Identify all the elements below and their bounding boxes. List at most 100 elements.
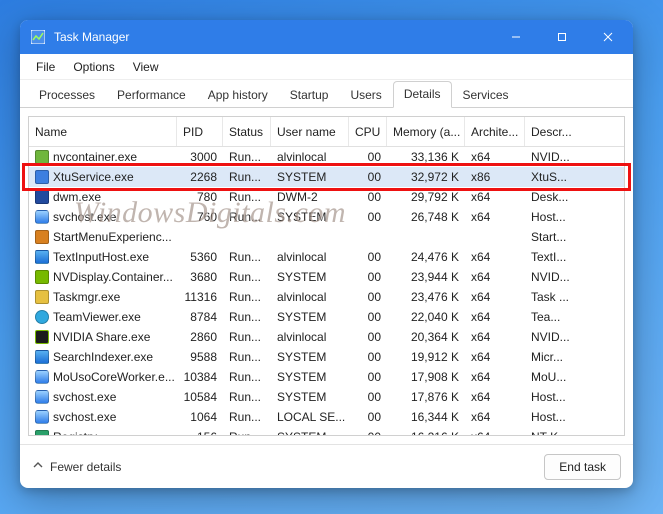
process-icon — [35, 170, 49, 184]
cell-name-text: TextInputHost.exe — [53, 250, 149, 264]
fewer-details-toggle[interactable]: Fewer details — [32, 459, 121, 474]
cell-pid: 3000 — [177, 150, 223, 164]
tab-startup[interactable]: Startup — [279, 82, 340, 108]
tab-performance[interactable]: Performance — [106, 82, 197, 108]
cell-pid: 8784 — [177, 310, 223, 324]
cell-mem: 29,792 K — [387, 190, 465, 204]
column-header[interactable]: Status — [223, 117, 271, 146]
cell-desc: NT K... — [525, 430, 579, 436]
column-header[interactable]: Descr... — [525, 117, 579, 146]
cell-cpu: 00 — [349, 390, 387, 404]
cell-pid: 760 — [177, 210, 223, 224]
cell-user: alvinlocal — [271, 150, 349, 164]
cell-status: Run... — [223, 330, 271, 344]
cell-name: XtuService.exe — [29, 170, 177, 184]
cell-arch: x64 — [465, 350, 525, 364]
table-row[interactable]: StartMenuExperienc...Start... — [29, 227, 624, 247]
column-header[interactable]: Memory (a... — [387, 117, 465, 146]
process-icon — [35, 270, 49, 284]
table-row[interactable]: MoUsoCoreWorker.e...10384Run...SYSTEM001… — [29, 367, 624, 387]
cell-name-text: nvcontainer.exe — [53, 150, 137, 164]
table-row[interactable]: TextInputHost.exe5360Run...alvinlocal002… — [29, 247, 624, 267]
table-row[interactable]: svchost.exe760Run...SYSTEM0026,748 Kx64H… — [29, 207, 624, 227]
cell-name: nvcontainer.exe — [29, 150, 177, 164]
cell-name: TextInputHost.exe — [29, 250, 177, 264]
cell-cpu: 00 — [349, 350, 387, 364]
titlebar[interactable]: Task Manager — [20, 20, 633, 54]
column-header[interactable]: Archite... — [465, 117, 525, 146]
cell-desc: Tea... — [525, 310, 579, 324]
cell-cpu: 00 — [349, 430, 387, 436]
tabstrip: ProcessesPerformanceApp historyStartupUs… — [20, 80, 633, 108]
process-icon — [35, 430, 49, 436]
process-icon — [35, 350, 49, 364]
cell-mem: 16,216 K — [387, 430, 465, 436]
cell-status: Run... — [223, 410, 271, 424]
menu-options[interactable]: Options — [65, 58, 122, 76]
cell-status: Run... — [223, 270, 271, 284]
table-row[interactable]: Taskmgr.exe11316Run...alvinlocal0023,476… — [29, 287, 624, 307]
table-row[interactable]: TeamViewer.exe8784Run...SYSTEM0022,040 K… — [29, 307, 624, 327]
tab-details[interactable]: Details — [393, 81, 452, 108]
end-task-button[interactable]: End task — [544, 454, 621, 480]
cell-mem: 26,748 K — [387, 210, 465, 224]
cell-desc: MoU... — [525, 370, 579, 384]
cell-name: StartMenuExperienc... — [29, 230, 177, 244]
cell-name-text: StartMenuExperienc... — [53, 230, 172, 244]
footer: Fewer details End task — [20, 444, 633, 488]
cell-pid: 11316 — [177, 290, 223, 304]
table-row[interactable]: NVDisplay.Container...3680Run...SYSTEM00… — [29, 267, 624, 287]
process-icon — [35, 410, 49, 424]
column-header[interactable]: CPU — [349, 117, 387, 146]
process-icon — [35, 370, 49, 384]
cell-status: Run... — [223, 430, 271, 436]
table-row[interactable]: svchost.exe10584Run...SYSTEM0017,876 Kx6… — [29, 387, 624, 407]
table-row[interactable]: svchost.exe1064Run...LOCAL SE...0016,344… — [29, 407, 624, 427]
table-row[interactable]: NVIDIA Share.exe2860Run...alvinlocal0020… — [29, 327, 624, 347]
cell-user: SYSTEM — [271, 390, 349, 404]
cell-name: svchost.exe — [29, 410, 177, 424]
table-row[interactable]: nvcontainer.exe3000Run...alvinlocal0033,… — [29, 147, 624, 167]
cell-cpu: 00 — [349, 210, 387, 224]
menu-file[interactable]: File — [28, 58, 63, 76]
cell-status: Run... — [223, 390, 271, 404]
minimize-button[interactable] — [493, 20, 539, 54]
chevron-up-icon — [32, 459, 44, 474]
table-row[interactable]: SearchIndexer.exe9588Run...SYSTEM0019,91… — [29, 347, 624, 367]
table-row[interactable]: Registry156Run...SYSTEM0016,216 Kx64NT K… — [29, 427, 624, 436]
column-header[interactable]: PID — [177, 117, 223, 146]
cell-desc: NVID... — [525, 330, 579, 344]
process-listview[interactable]: NamePIDStatusUser nameCPUMemory (a...Arc… — [28, 116, 625, 436]
cell-pid: 3680 — [177, 270, 223, 284]
cell-cpu: 00 — [349, 290, 387, 304]
tab-processes[interactable]: Processes — [28, 82, 106, 108]
cell-desc: XtuS... — [525, 170, 579, 184]
cell-name: svchost.exe — [29, 210, 177, 224]
cell-user: SYSTEM — [271, 210, 349, 224]
maximize-button[interactable] — [539, 20, 585, 54]
tab-services[interactable]: Services — [452, 82, 520, 108]
column-header[interactable]: User name — [271, 117, 349, 146]
cell-arch: x64 — [465, 190, 525, 204]
table-row[interactable]: XtuService.exe2268Run...SYSTEM0032,972 K… — [29, 167, 624, 187]
cell-status: Run... — [223, 150, 271, 164]
tab-users[interactable]: Users — [339, 82, 392, 108]
menu-view[interactable]: View — [125, 58, 167, 76]
cell-name: Taskmgr.exe — [29, 290, 177, 304]
cell-cpu: 00 — [349, 330, 387, 344]
cell-mem: 20,364 K — [387, 330, 465, 344]
cell-status: Run... — [223, 290, 271, 304]
cell-arch: x64 — [465, 430, 525, 436]
cell-cpu: 00 — [349, 410, 387, 424]
table-row[interactable]: dwm.exe780Run...DWM-20029,792 Kx64Desk..… — [29, 187, 624, 207]
cell-cpu: 00 — [349, 190, 387, 204]
column-header[interactable]: Name — [29, 117, 177, 146]
close-button[interactable] — [585, 20, 631, 54]
cell-pid: 156 — [177, 430, 223, 436]
cell-cpu: 00 — [349, 170, 387, 184]
cell-arch: x64 — [465, 390, 525, 404]
cell-pid: 10384 — [177, 370, 223, 384]
process-icon — [35, 190, 49, 204]
process-icon — [35, 150, 49, 164]
tab-app-history[interactable]: App history — [197, 82, 279, 108]
